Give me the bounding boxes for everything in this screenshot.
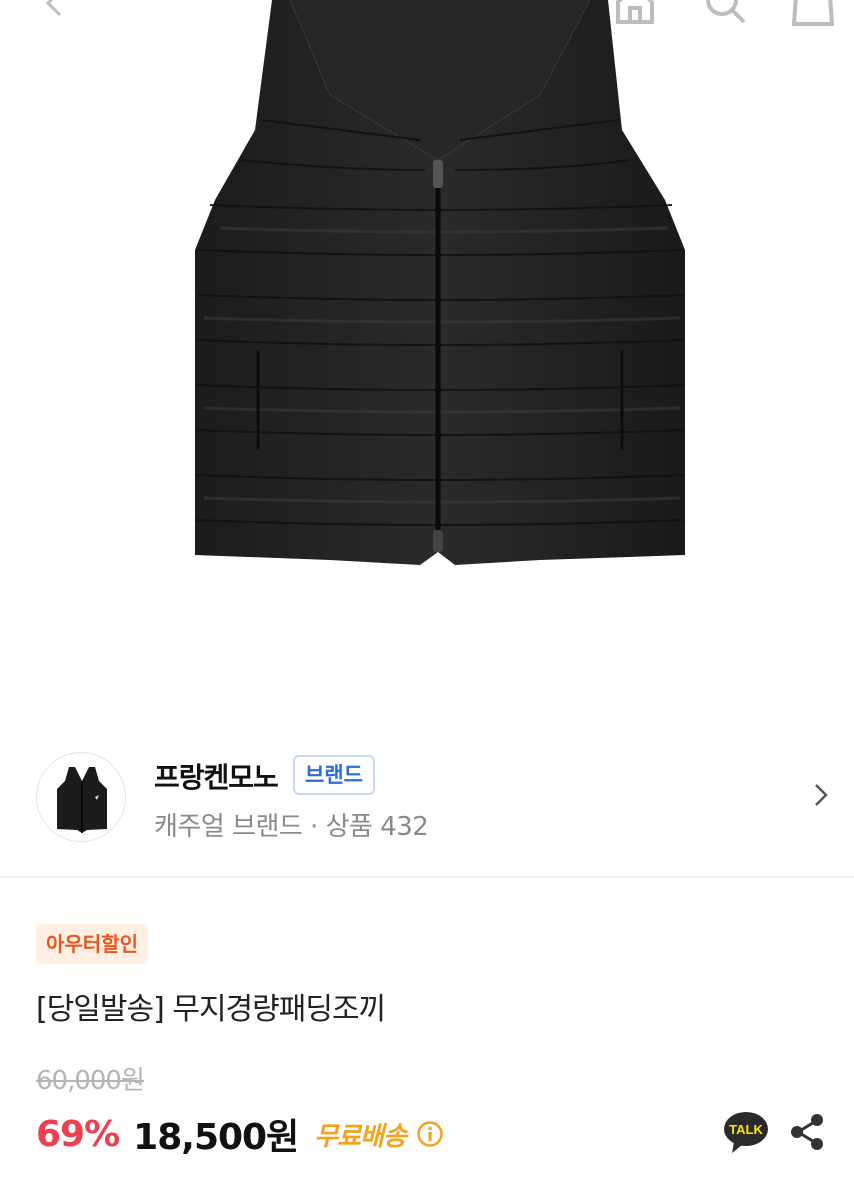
- section-divider: [0, 876, 854, 878]
- talk-label: TALK: [729, 1122, 763, 1137]
- original-price: 60,000원: [36, 1066, 145, 1096]
- search-icon: [706, 0, 746, 24]
- home-icon: [616, 0, 654, 24]
- brand-subtitle: 캐주얼 브랜드 · 상품 432: [154, 812, 429, 842]
- vest-image: [195, 0, 685, 565]
- home-button[interactable]: [610, 0, 660, 28]
- brand-badge: 브랜드: [293, 755, 375, 795]
- promo-tag: 아우터할인: [36, 924, 148, 964]
- brand-name[interactable]: 프랑켄모노: [154, 756, 279, 796]
- price-row: 69% 18,500원 무료배송: [36, 1106, 444, 1162]
- search-button[interactable]: [700, 0, 750, 28]
- talk-icon: TALK: [724, 1112, 768, 1153]
- back-button[interactable]: [30, 0, 80, 28]
- top-navigation-bar: [0, 0, 854, 44]
- product-title: [당일발송] 무지경량패딩조끼: [36, 992, 386, 1027]
- brand-avatar[interactable]: [36, 752, 126, 842]
- sale-price: 18,500원: [133, 1117, 299, 1158]
- chevron-right-icon[interactable]: [806, 778, 836, 812]
- info-icon[interactable]: [416, 1120, 444, 1148]
- product-image[interactable]: [0, 0, 854, 720]
- free-shipping-label: 무료배송: [314, 1121, 407, 1152]
- chevron-left-icon: [45, 0, 62, 17]
- brand-thumbnail-vest-icon: [57, 767, 107, 833]
- brand-info-row[interactable]: 프랑켄모노 브랜드 캐주얼 브랜드 · 상품 432: [0, 740, 854, 870]
- discount-rate: 69%: [36, 1113, 120, 1155]
- kakao-talk-button[interactable]: TALK: [722, 1108, 770, 1156]
- cart-button[interactable]: [788, 0, 838, 28]
- share-icon[interactable]: [788, 1112, 826, 1152]
- cart-icon: [791, 0, 835, 26]
